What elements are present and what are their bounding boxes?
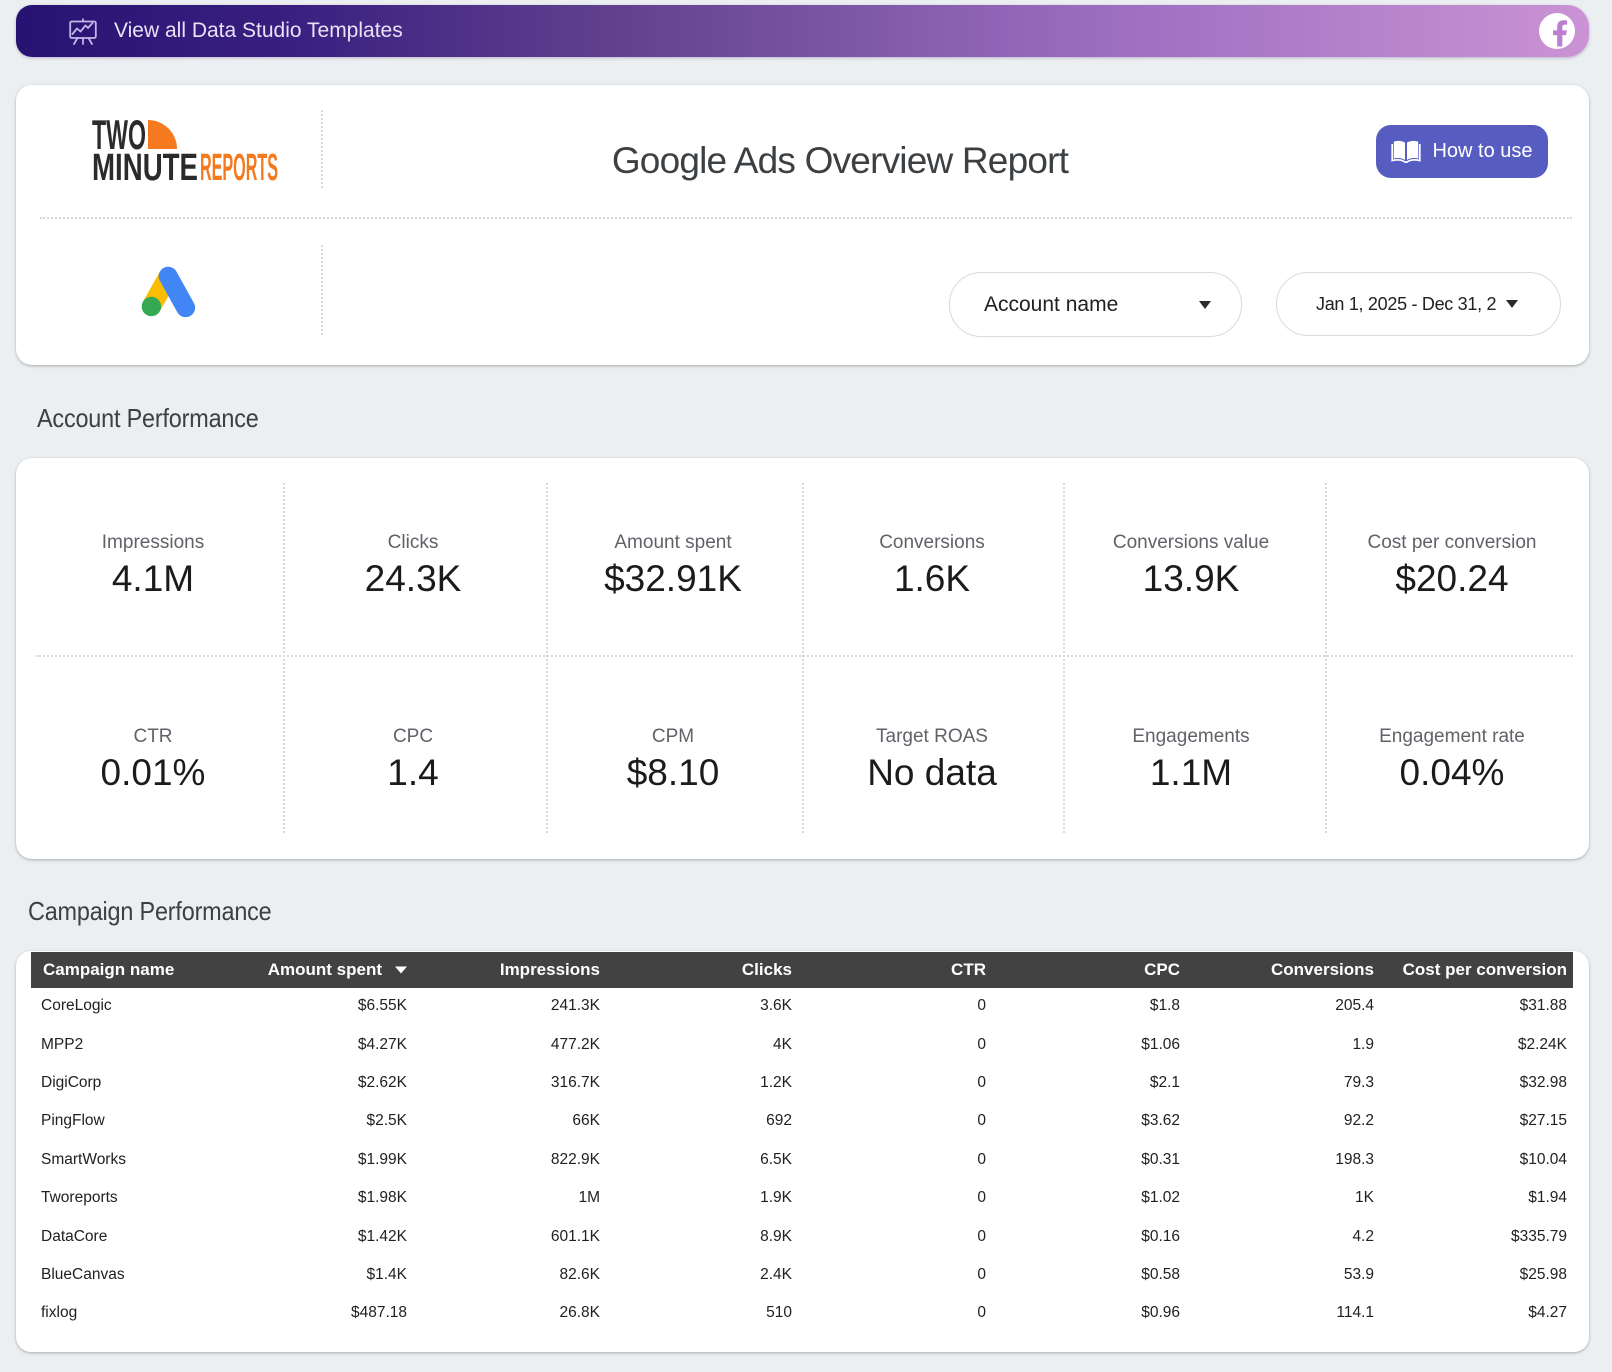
svg-text:MINUTE: MINUTE — [92, 147, 198, 183]
svg-text:REPORTS: REPORTS — [200, 147, 278, 183]
